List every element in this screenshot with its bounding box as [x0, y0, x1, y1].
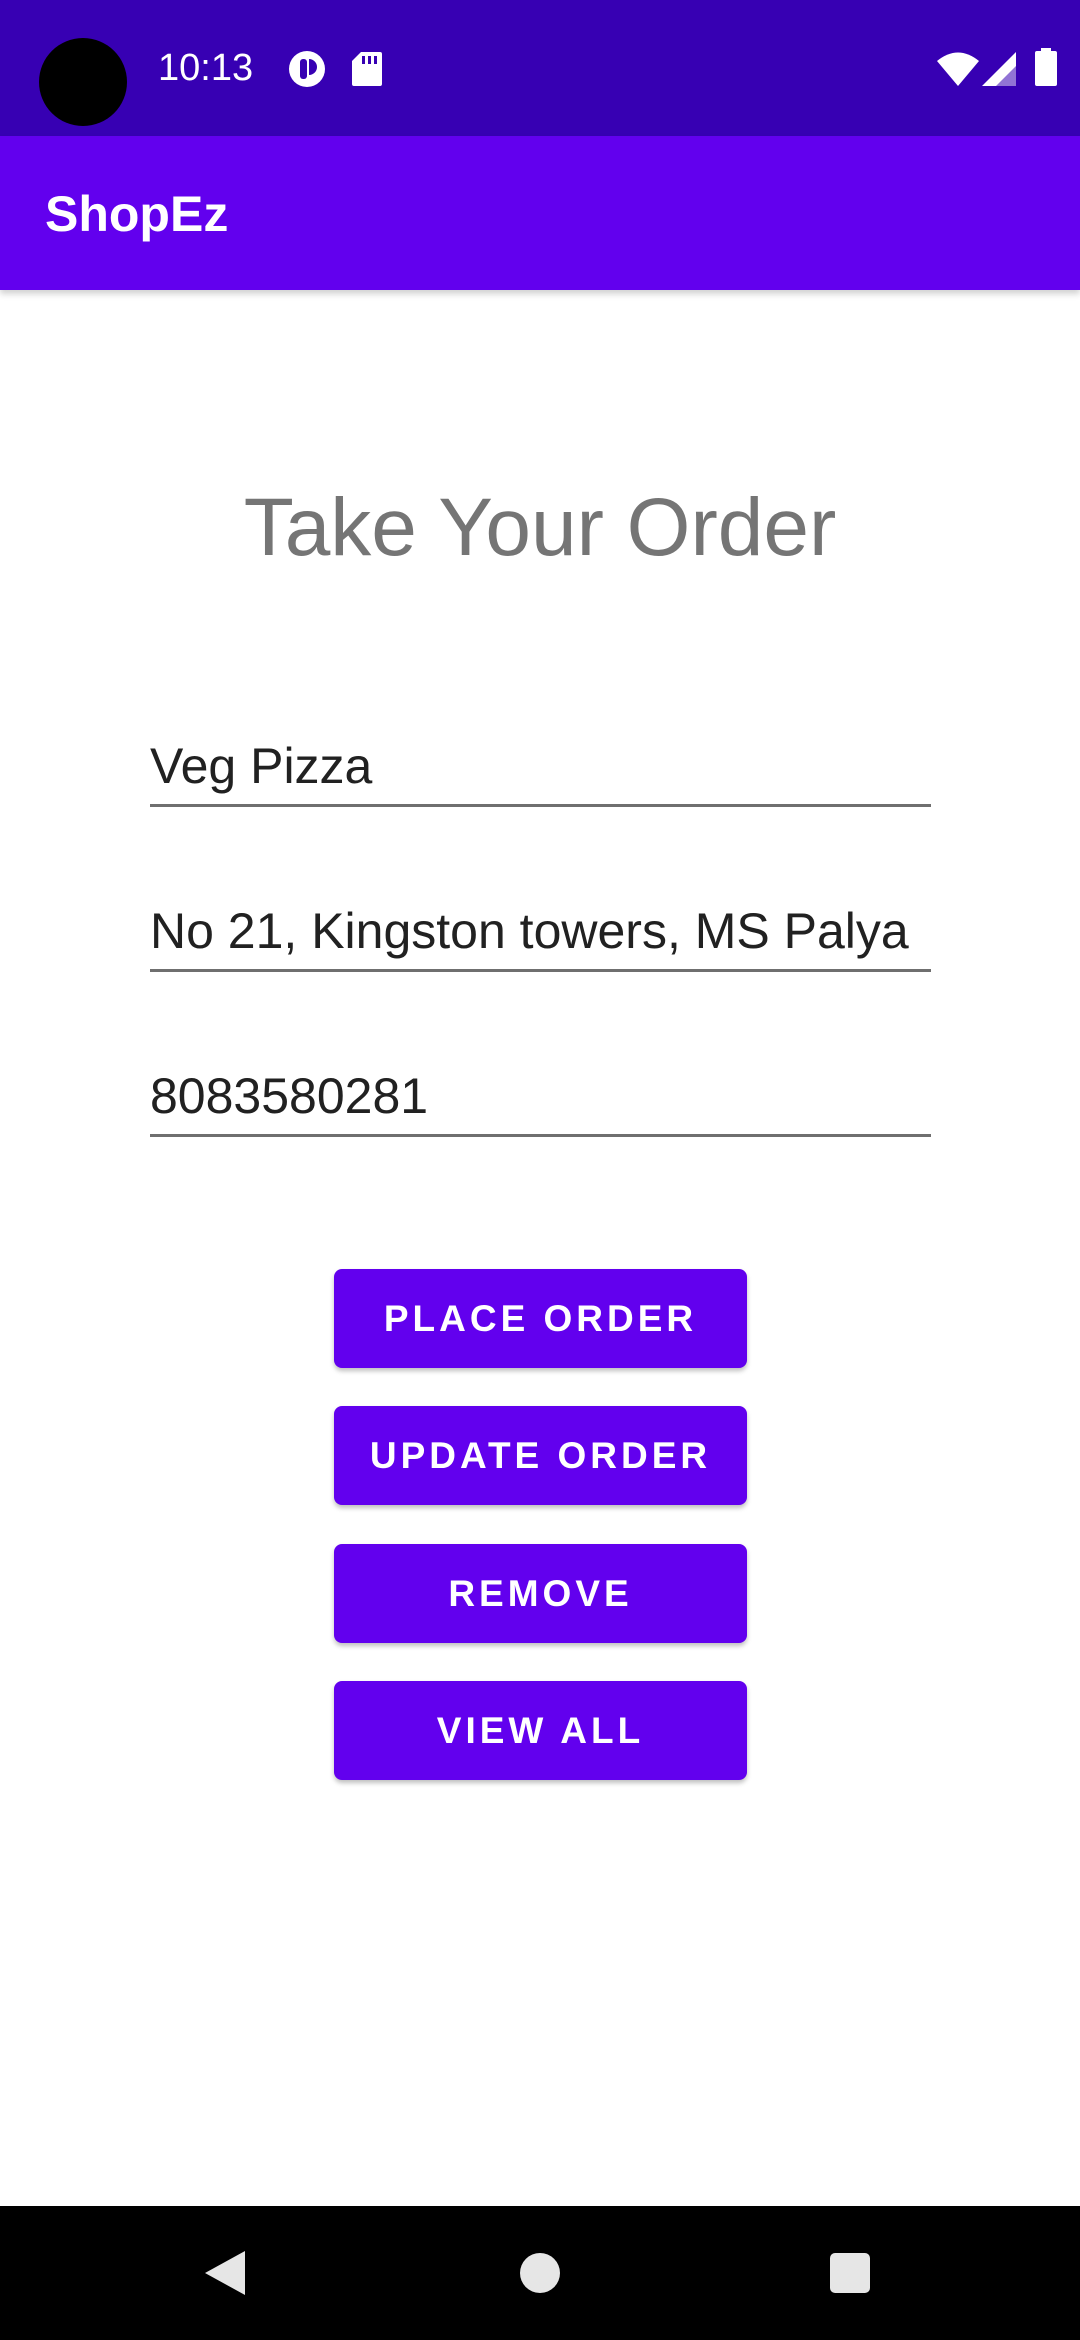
phone-field[interactable] — [150, 1058, 931, 1137]
status-time: 10:13 — [158, 47, 254, 89]
navigation-bar — [0, 2206, 1080, 2340]
screen: 10:13 ShopEz Take Your Order Veg Pizza N… — [0, 0, 1080, 2340]
page-heading: Take Your Order — [243, 482, 837, 573]
sd-card-icon — [352, 52, 382, 91]
app-title: ShopEz — [45, 186, 229, 242]
item-name-field[interactable] — [150, 728, 931, 807]
remove-button[interactable]: REMOVE — [334, 1544, 747, 1643]
signal-icon — [982, 52, 1016, 91]
status-bar: 10:13 — [0, 0, 1080, 136]
update-order-button[interactable]: UPDATE ORDER — [334, 1406, 747, 1505]
camera-hole — [39, 38, 127, 126]
place-order-button[interactable]: PLACE ORDER — [334, 1269, 747, 1368]
data-saver-icon — [288, 50, 326, 93]
app-bar: ShopEz — [0, 136, 1080, 290]
battery-icon — [1035, 48, 1057, 91]
home-icon[interactable] — [520, 2253, 560, 2293]
recents-icon[interactable] — [830, 2253, 870, 2293]
wifi-icon — [937, 52, 979, 91]
back-icon[interactable] — [205, 2251, 245, 2295]
view-all-button[interactable]: VIEW ALL — [334, 1681, 747, 1780]
address-field[interactable] — [150, 893, 931, 972]
